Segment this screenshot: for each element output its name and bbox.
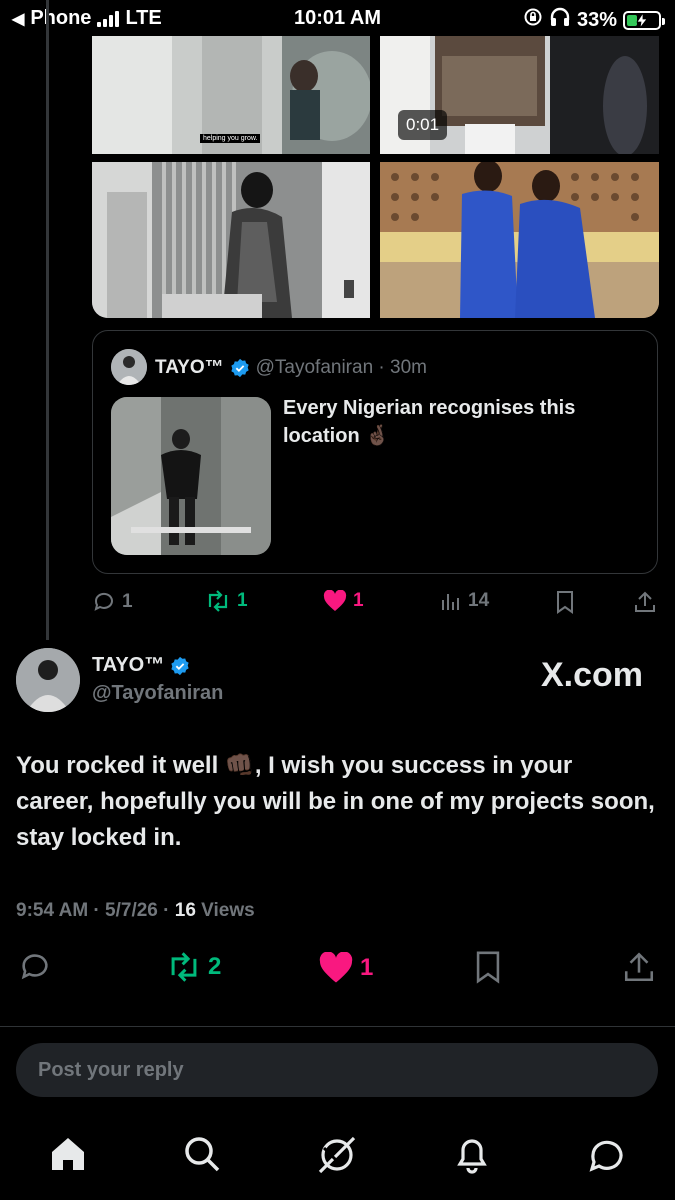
main-author-name: TAYO™ — [92, 654, 165, 676]
bookmark-icon — [557, 591, 573, 614]
tweet-views-label: Views — [195, 900, 255, 921]
orientation-lock-icon — [523, 7, 543, 33]
notifications-icon — [457, 1139, 487, 1174]
nav-home[interactable] — [48, 1134, 88, 1179]
grok-icon — [318, 1136, 356, 1174]
media-caption: helping you grow. — [200, 134, 261, 143]
main-repost-count: 2 — [208, 953, 222, 980]
parent-reply-count: 1 — [122, 591, 133, 612]
quote-avatar[interactable] — [111, 349, 147, 385]
share-icon — [624, 952, 654, 982]
parent-like-button[interactable]: 1 — [323, 590, 364, 612]
main-bookmark-button[interactable] — [472, 950, 504, 989]
tweet-meta: 9:54 AM · 5/7/26 · 16 Views — [16, 900, 255, 922]
bottom-nav — [0, 1130, 675, 1180]
media-video[interactable]: 0:01 — [380, 36, 659, 154]
main-like-count: 1 — [360, 954, 374, 981]
media-image-4[interactable] — [380, 162, 659, 318]
tweet-text: You rocked it well 👊🏿, I wish you succes… — [16, 752, 655, 851]
quote-handle: @Tayofaniran · 30m — [255, 357, 427, 378]
quoted-post[interactable]: TAYO™ @Tayofaniran · 30m Every Nigerian … — [92, 330, 658, 574]
bookmark-icon — [476, 951, 500, 984]
battery-icon — [623, 10, 665, 30]
parent-repost-button[interactable]: 1 — [205, 590, 248, 612]
nav-messages[interactable] — [586, 1134, 628, 1181]
parent-share-button[interactable] — [633, 590, 657, 619]
quote-text: Every Nigerian recognises this location … — [283, 397, 576, 447]
media-grid[interactable]: helping you grow. 0:01 — [92, 36, 659, 318]
parent-reply-button[interactable]: 1 — [92, 590, 133, 614]
heart-icon — [319, 952, 353, 983]
status-bar: ◀ Phone LTE 10:01 AM 33% — [0, 0, 675, 38]
nav-notifications[interactable] — [452, 1134, 492, 1179]
quote-image[interactable] — [111, 397, 271, 555]
main-share-button[interactable] — [622, 950, 656, 989]
quote-author-name: TAYO™ — [155, 357, 224, 378]
status-right: 33% — [523, 7, 665, 33]
reply-input[interactable]: Post your reply — [16, 1043, 658, 1097]
media-image-1[interactable]: helping you grow. — [92, 36, 370, 154]
repost-icon — [208, 590, 228, 612]
headphones-icon — [549, 7, 571, 33]
heart-icon — [323, 590, 347, 611]
battery-percent: 33% — [576, 8, 617, 31]
home-icon — [52, 1138, 84, 1170]
views-icon — [442, 594, 459, 610]
parent-like-count: 1 — [353, 590, 364, 611]
media-image-3[interactable] — [92, 162, 370, 318]
reply-placeholder: Post your reply — [38, 1059, 184, 1081]
parent-bookmark-button[interactable] — [554, 590, 576, 619]
tweet-timestamp: 9:54 AM · 5/7/26 · — [16, 900, 175, 921]
repost-icon — [171, 952, 197, 982]
main-reply-button[interactable] — [18, 950, 52, 989]
thread-line — [46, 0, 49, 640]
verified-badge-icon — [171, 656, 189, 675]
reply-icon — [94, 592, 113, 611]
parent-views-button[interactable]: 14 — [440, 590, 489, 612]
video-duration: 0:01 — [398, 110, 448, 140]
search-icon — [185, 1137, 220, 1172]
reply-icon — [21, 954, 48, 980]
quote-author: TAYO™ @Tayofaniran · 30m — [155, 357, 427, 379]
tweet-views-count: 16 — [174, 900, 196, 921]
parent-repost-count: 1 — [237, 590, 248, 611]
main-author[interactable]: TAYO™ — [92, 654, 190, 677]
parent-views-count: 14 — [468, 590, 490, 611]
main-avatar[interactable] — [16, 648, 80, 712]
main-repost-button[interactable]: 2 — [166, 952, 221, 982]
verified-badge-icon — [230, 358, 249, 378]
nav-search[interactable] — [182, 1134, 222, 1179]
nav-grok[interactable] — [316, 1134, 358, 1181]
messages-icon — [589, 1140, 623, 1172]
x-watermark: X.com — [540, 656, 643, 694]
divider — [0, 1026, 675, 1027]
share-icon — [635, 591, 655, 612]
main-like-button[interactable]: 1 — [318, 952, 373, 984]
main-handle[interactable]: @Tayofaniran — [92, 682, 223, 705]
